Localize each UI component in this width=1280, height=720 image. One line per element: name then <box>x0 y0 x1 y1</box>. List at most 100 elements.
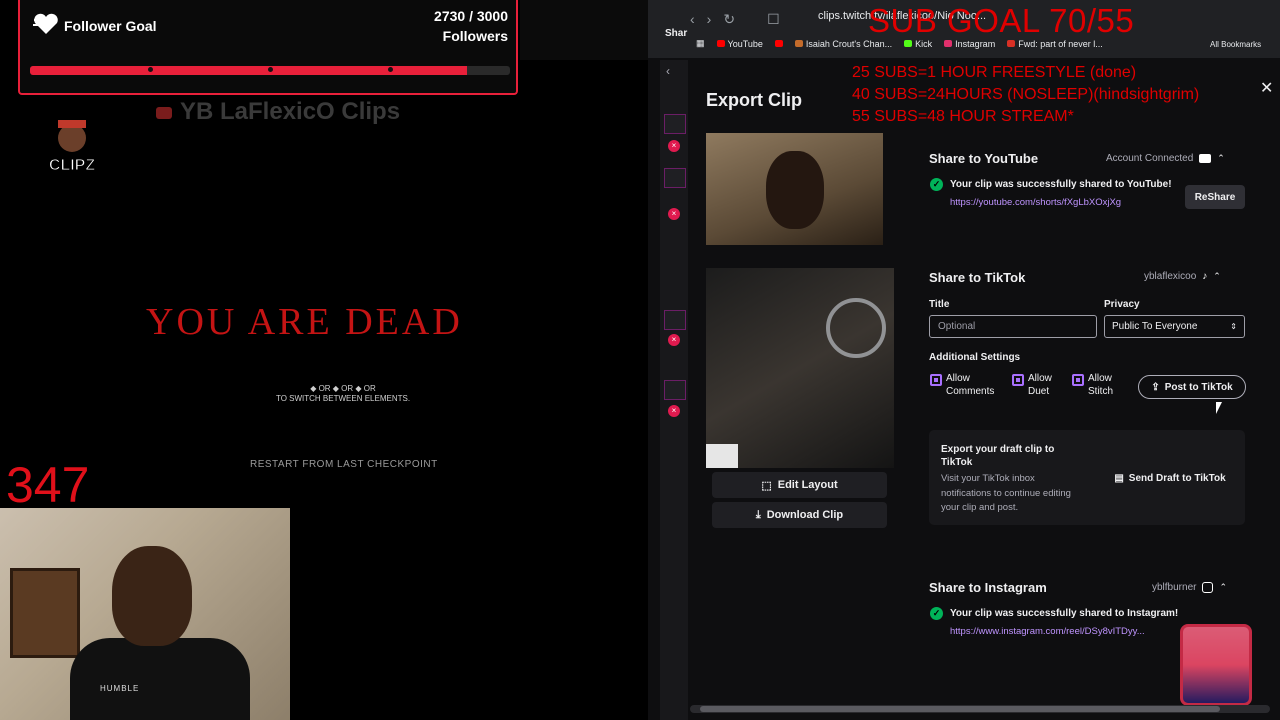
switch-hint-line2: TO SWITCH BETWEEN ELEMENTS. <box>275 394 411 403</box>
webcam-feed: HUMBLE <box>0 508 290 720</box>
send-draft-label: Send Draft to TikTok <box>1128 472 1226 484</box>
close-icon[interactable]: ✕ <box>1260 78 1273 98</box>
game-strip <box>520 0 648 60</box>
scrollbar-thumb[interactable] <box>700 706 1220 712</box>
shirt-text: HUMBLE <box>100 684 140 693</box>
side-tab[interactable] <box>664 114 686 134</box>
bookmark-red[interactable] <box>774 38 783 49</box>
privacy-select[interactable]: Public To Everyone ⇕ <box>1104 315 1245 338</box>
allow-duet-checkbox[interactable]: Allow Duet <box>1012 372 1062 398</box>
side-tab[interactable] <box>664 168 686 188</box>
allow-comments-checkbox[interactable]: Allow Comments <box>930 372 1006 398</box>
preview-corner <box>706 444 738 468</box>
youtube-success: ✓ Your clip was successfully shared to Yo… <box>930 178 1172 191</box>
share-icon: ⇪ <box>1151 381 1160 393</box>
download-clip-label: Download Clip <box>766 509 844 521</box>
instagram-username: yblfburner <box>1152 582 1197 593</box>
sub-goal-line: 25 SUBS=1 HOUR FREESTYLE (done) <box>852 64 1137 81</box>
bookmark-label: Instagram <box>955 38 996 49</box>
goal-tick <box>268 67 273 72</box>
youtube-status: Account Connected ⌃ <box>1106 153 1225 164</box>
bookmark-label: Fwd: part of never l... <box>1018 38 1103 49</box>
youtube-link[interactable]: https://youtube.com/shorts/fXgLbXOxjXg <box>950 197 1121 208</box>
instagram-link[interactable]: https://www.instagram.com/reel/DSy8vITDy… <box>950 626 1145 637</box>
check-icon: ✓ <box>930 178 943 191</box>
youtube-success-text: Your clip was successfully shared to You… <box>950 179 1172 190</box>
tiktok-icon: ♪ <box>1202 271 1208 282</box>
reshare-button[interactable]: ReShare <box>1185 185 1245 209</box>
bookmark-icon[interactable]: ☐ <box>767 11 780 28</box>
remove-icon[interactable]: × <box>668 405 680 417</box>
heart-icon <box>33 13 58 34</box>
remove-icon[interactable]: × <box>668 208 680 220</box>
kick-icon <box>904 40 913 47</box>
chevron-up-icon[interactable]: ⌃ <box>1217 153 1225 164</box>
chevron-up-icon[interactable]: ⌃ <box>1219 582 1227 593</box>
remove-icon[interactable]: × <box>668 140 680 152</box>
sub-goal-lines: 25 SUBS=1 HOUR FREESTYLE (done) 40 SUBS=… <box>852 62 1199 128</box>
allow-stitch-checkbox[interactable]: Allow Stitch <box>1072 372 1124 398</box>
edit-layout-button[interactable]: ⬚ Edit Layout <box>712 472 887 498</box>
checkbox-icon <box>1072 374 1084 386</box>
streamer-head <box>766 151 824 229</box>
all-bookmarks[interactable]: All Bookmarks <box>1210 40 1261 49</box>
streamer-head <box>112 546 192 646</box>
channel-watermark-text: YB LaFlexicO Clips <box>180 98 401 125</box>
tiktok-account: yblaflexicoo ♪ ⌃ <box>1144 271 1221 282</box>
remove-icon[interactable]: × <box>668 334 680 346</box>
bookmark-label: Isaiah Crout's Chan... <box>805 38 893 49</box>
bookmark-label: Kick <box>915 38 933 49</box>
side-tab[interactable] <box>664 310 686 330</box>
tiktok-username: yblaflexicoo <box>1144 271 1197 282</box>
follower-goal-title: Follower Goal <box>64 18 157 34</box>
account-connected-label: Account Connected <box>1106 153 1194 164</box>
youtube-icon <box>156 106 172 119</box>
nav-controls: ‹ › ↻ ☐ <box>690 8 780 30</box>
collapse-icon[interactable]: ‹ <box>666 64 670 78</box>
instagram-section-title: Share to Instagram <box>929 580 1047 595</box>
switch-hint-line1: ◆ OR ◆ OR ◆ OR <box>310 384 376 393</box>
tiktok-section-title: Share to TikTok <box>929 270 1026 285</box>
switch-hint: ◆ OR ◆ OR ◆ OR TO SWITCH BETWEEN ELEMENT… <box>268 384 418 404</box>
title-input[interactable]: Optional <box>929 315 1097 338</box>
clip-preview-game <box>706 268 894 468</box>
follower-goal-fill <box>30 66 467 75</box>
post-to-tiktok-button[interactable]: ⇪ Post to TikTok <box>1138 375 1246 399</box>
send-draft-button[interactable]: ▤ Send Draft to TikTok <box>1100 467 1240 489</box>
streamer-body <box>70 638 250 720</box>
checkbox-icon <box>930 374 942 386</box>
select-arrows-icon: ⇕ <box>1230 322 1237 331</box>
channel-logo-badge <box>1180 624 1252 706</box>
game-over-title: YOU ARE DEAD <box>146 301 463 343</box>
privacy-value: Public To Everyone <box>1112 321 1198 332</box>
post-to-tiktok-label: Post to TikTok <box>1164 381 1233 393</box>
allow-stitch-label: Allow Stitch <box>1088 373 1114 397</box>
instagram-success-text: Your clip was successfully shared to Ins… <box>950 608 1179 619</box>
download-clip-button[interactable]: ⤓ Download Clip <box>712 502 887 528</box>
forward-icon[interactable]: › <box>707 11 712 27</box>
reload-icon[interactable]: ↻ <box>723 11 735 28</box>
instagram-icon <box>1202 582 1214 593</box>
side-label: Shar <box>665 28 688 39</box>
folder-icon <box>794 40 803 47</box>
title-label: Title <box>929 299 950 310</box>
side-tab[interactable] <box>664 380 686 400</box>
allow-comments-label: Allow Comments <box>946 373 995 397</box>
bookmark-youtube[interactable]: YouTube <box>716 38 763 49</box>
draft-description: Visit your TikTok inbox notifications to… <box>941 473 1071 513</box>
check-icon: ✓ <box>930 607 943 620</box>
crop-icon: ⬚ <box>761 479 772 492</box>
modal-title: Export Clip <box>706 90 803 110</box>
youtube-section-title: Share to YouTube <box>929 151 1039 166</box>
follower-goal-units: Followers <box>442 28 508 44</box>
youtube-icon <box>1199 154 1212 163</box>
youtube-icon <box>774 40 783 47</box>
sub-goal-line: 40 SUBS=24HOURS (NOSLEEP)(hindsightgrim) <box>852 86 1200 103</box>
chevron-up-icon[interactable]: ⌃ <box>1213 271 1221 282</box>
svg-text:CLIPZ: CLIPZ <box>49 157 95 174</box>
back-icon[interactable]: ‹ <box>690 11 695 27</box>
apps-icon[interactable]: ▦ <box>696 38 705 49</box>
channel-watermark: YB LaFlexicO Clips <box>156 98 400 126</box>
clipz-logo: CLIPZ <box>48 120 96 175</box>
download-icon: ⤓ <box>755 508 761 521</box>
